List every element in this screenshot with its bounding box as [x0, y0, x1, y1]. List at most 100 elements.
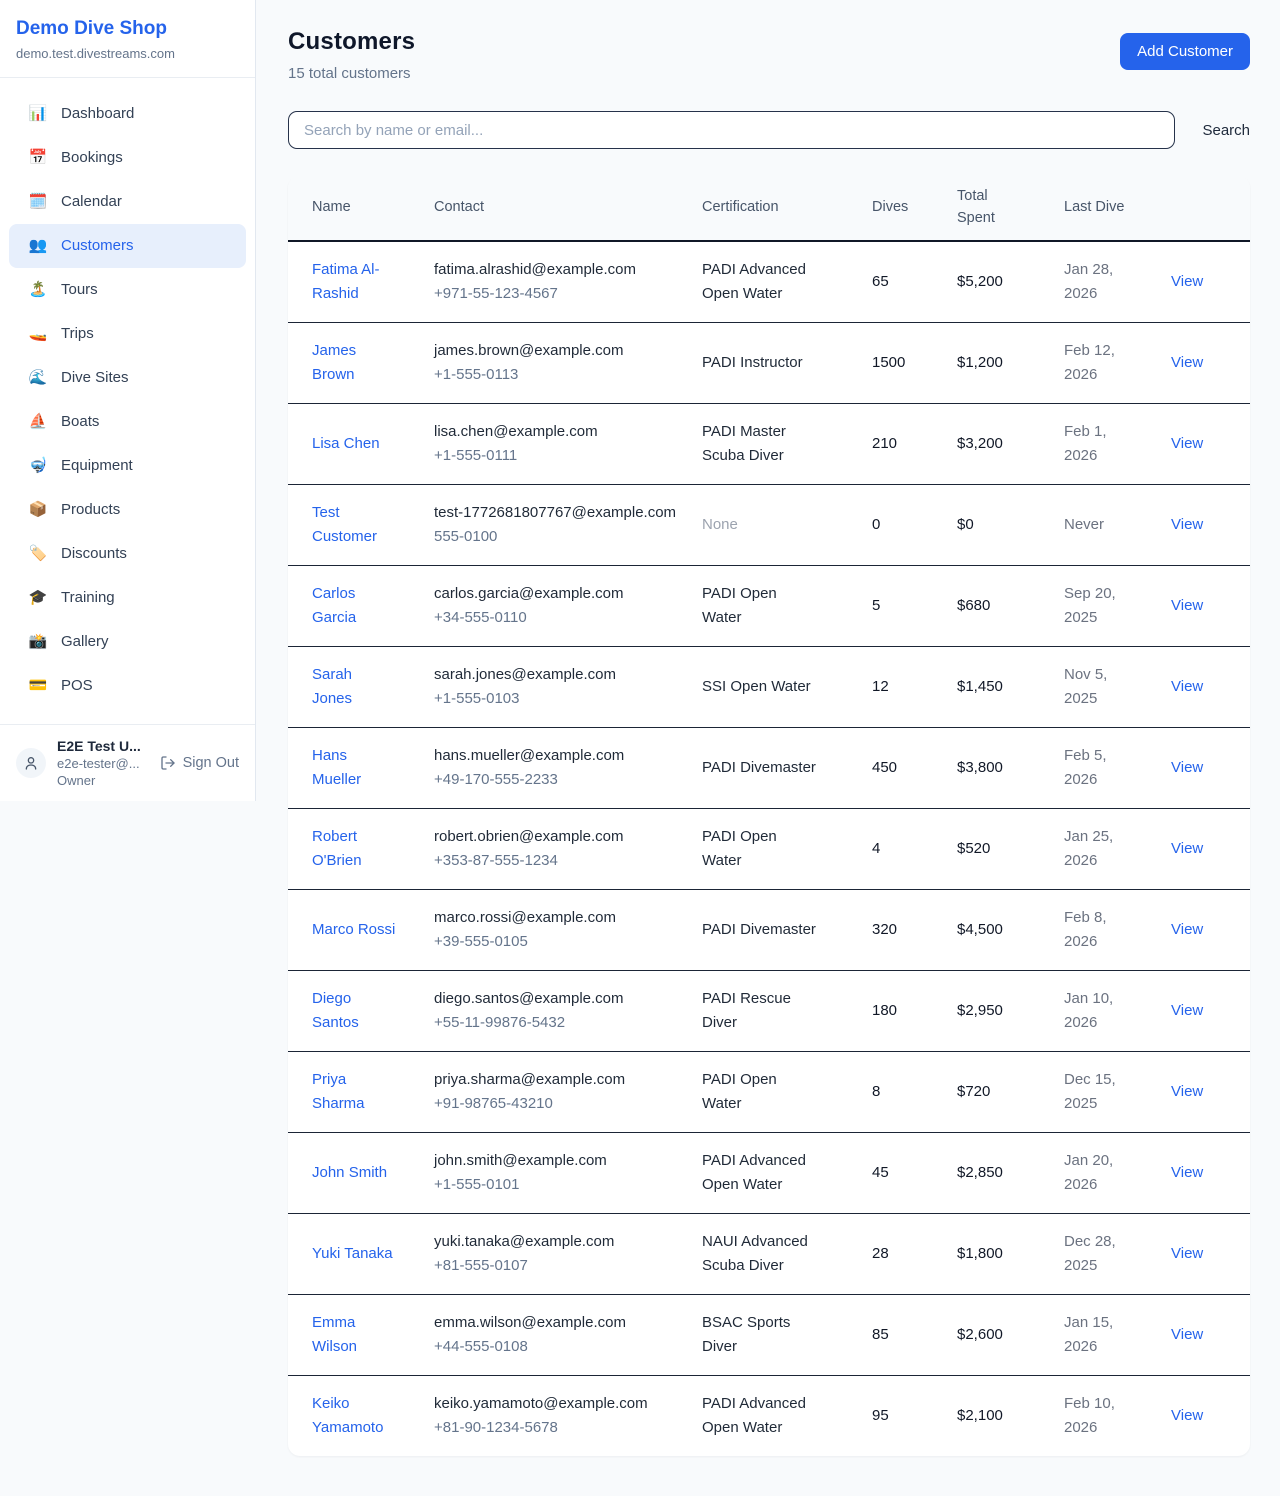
column-header-dives: Dives [872, 176, 957, 241]
sidebar-item-label: Trips [61, 322, 94, 346]
sidebar-item-gallery[interactable]: 📸 Gallery [9, 620, 246, 664]
column-header-actions [1171, 176, 1250, 241]
sidebar-item-trips[interactable]: 🚤 Trips [9, 312, 246, 356]
customer-total-spent: $2,600 [957, 1326, 1003, 1343]
customer-email: emma.wilson@example.com [434, 1311, 686, 1335]
sidebar-item-products[interactable]: 📦 Products [9, 488, 246, 532]
user-email: e2e-tester@... [57, 756, 149, 771]
customer-name-link[interactable]: Yuki Tanaka [312, 1245, 393, 1262]
title-block: Customers 15 total customers [288, 28, 415, 82]
customer-name-link[interactable]: Priya Sharma [312, 1071, 365, 1112]
main-content: Customers 15 total customers Add Custome… [256, 0, 1280, 1496]
sidebar-item-customers[interactable]: 👥 Customers [9, 224, 246, 268]
sign-out-button[interactable]: Sign Out [160, 755, 239, 771]
view-customer-link[interactable]: View [1171, 1245, 1203, 1262]
sidebar-item-label: Equipment [61, 454, 133, 478]
customer-phone: +81-555-0107 [434, 1254, 686, 1278]
sidebar-item-pos[interactable]: 💳 POS [9, 664, 246, 708]
customer-dives: 4 [872, 840, 880, 857]
camera-icon: 📸 [28, 630, 48, 654]
customer-certification: None [702, 516, 738, 533]
sidebar-item-boats[interactable]: ⛵ Boats [9, 400, 246, 444]
sidebar-item-equipment[interactable]: 🤿 Equipment [9, 444, 246, 488]
customer-name-link[interactable]: Fatima Al-Rashid [312, 261, 380, 302]
sidebar-item-tours[interactable]: 🏝️ Tours [9, 268, 246, 312]
customer-last-dive: Feb 12, 2026 [1064, 342, 1115, 383]
view-customer-link[interactable]: View [1171, 1326, 1203, 1343]
customer-name-link[interactable]: John Smith [312, 1164, 387, 1181]
view-customer-link[interactable]: View [1171, 516, 1203, 533]
customer-phone: +81-90-1234-5678 [434, 1416, 686, 1440]
customer-name-link[interactable]: Diego Santos [312, 990, 359, 1031]
brand-name: Demo Dive Shop [16, 18, 239, 41]
view-customer-link[interactable]: View [1171, 921, 1203, 938]
customer-name-link[interactable]: Keiko Yamamoto [312, 1395, 383, 1436]
view-customer-link[interactable]: View [1171, 678, 1203, 695]
view-customer-link[interactable]: View [1171, 597, 1203, 614]
sidebar-item-label: Gallery [61, 630, 109, 654]
customer-total-spent: $1,450 [957, 678, 1003, 695]
customer-last-dive: Jan 25, 2026 [1064, 828, 1113, 869]
customer-certification: PADI Advanced Open Water [702, 1152, 806, 1193]
customer-email: hans.mueller@example.com [434, 744, 686, 768]
view-customer-link[interactable]: View [1171, 840, 1203, 857]
customer-name-link[interactable]: Emma Wilson [312, 1314, 357, 1355]
customer-name-link[interactable]: James Brown [312, 342, 356, 383]
customer-phone: +34-555-0110 [434, 606, 686, 630]
customer-name-link[interactable]: Marco Rossi [312, 921, 395, 938]
customer-phone: +1-555-0103 [434, 687, 686, 711]
customer-email: robert.obrien@example.com [434, 825, 686, 849]
view-customer-link[interactable]: View [1171, 759, 1203, 776]
user-icon [23, 755, 39, 771]
view-customer-link[interactable]: View [1171, 435, 1203, 452]
sidebar-item-training[interactable]: 🎓 Training [9, 576, 246, 620]
logout-icon [160, 755, 176, 771]
customer-last-dive: Feb 1, 2026 [1064, 423, 1107, 464]
customer-name-link[interactable]: Hans Mueller [312, 747, 361, 788]
customer-name-link[interactable]: Sarah Jones [312, 666, 352, 707]
customer-certification: PADI Open Water [702, 828, 777, 869]
customer-total-spent: $2,850 [957, 1164, 1003, 1181]
customer-phone: +49-170-555-2233 [434, 768, 686, 792]
graduation-cap-icon: 🎓 [28, 586, 48, 610]
customer-last-dive: Feb 10, 2026 [1064, 1395, 1115, 1436]
customer-name-link[interactable]: Robert O'Brien [312, 828, 362, 869]
column-header-certification: Certification [702, 176, 872, 241]
customer-certification: SSI Open Water [702, 678, 811, 695]
customer-phone: +353-87-555-1234 [434, 849, 686, 873]
customer-last-dive: Jan 10, 2026 [1064, 990, 1113, 1031]
customer-last-dive: Sep 20, 2025 [1064, 585, 1116, 626]
sidebar-item-dive-sites[interactable]: 🌊 Dive Sites [9, 356, 246, 400]
search-input[interactable] [288, 111, 1175, 149]
view-customer-link[interactable]: View [1171, 1407, 1203, 1424]
sidebar-item-label: Discounts [61, 542, 127, 566]
search-button[interactable]: Search [1202, 122, 1250, 139]
table-row: Carlos Garcia carlos.garcia@example.com … [288, 565, 1250, 646]
sidebar-item-discounts[interactable]: 🏷️ Discounts [9, 532, 246, 576]
customer-total-spent: $3,200 [957, 435, 1003, 452]
user-role: Owner [57, 773, 149, 788]
island-icon: 🏝️ [28, 278, 48, 302]
customer-last-dive: Never [1064, 516, 1104, 533]
sidebar-item-bookings[interactable]: 📅 Bookings [9, 136, 246, 180]
brand-block: Demo Dive Shop demo.test.divestreams.com [0, 0, 255, 78]
customer-dives: 180 [872, 1002, 897, 1019]
view-customer-link[interactable]: View [1171, 1083, 1203, 1100]
view-customer-link[interactable]: View [1171, 354, 1203, 371]
customer-dives: 85 [872, 1326, 889, 1343]
customer-dives: 0 [872, 516, 880, 533]
customer-phone: +1-555-0111 [434, 444, 686, 468]
customer-name-link[interactable]: Lisa Chen [312, 435, 380, 452]
brand-domain: demo.test.divestreams.com [16, 46, 239, 61]
customer-name-link[interactable]: Carlos Garcia [312, 585, 356, 626]
customer-name-link[interactable]: Test Customer [312, 504, 377, 545]
add-customer-button[interactable]: Add Customer [1120, 33, 1250, 70]
view-customer-link[interactable]: View [1171, 1164, 1203, 1181]
customer-phone: +1-555-0113 [434, 363, 686, 387]
sidebar-item-calendar[interactable]: 🗓️ Calendar [9, 180, 246, 224]
sidebar-item-dashboard[interactable]: 📊 Dashboard [9, 92, 246, 136]
page-header: Customers 15 total customers Add Custome… [288, 28, 1250, 82]
view-customer-link[interactable]: View [1171, 273, 1203, 290]
view-customer-link[interactable]: View [1171, 1002, 1203, 1019]
user-name: E2E Test U... [57, 738, 149, 754]
